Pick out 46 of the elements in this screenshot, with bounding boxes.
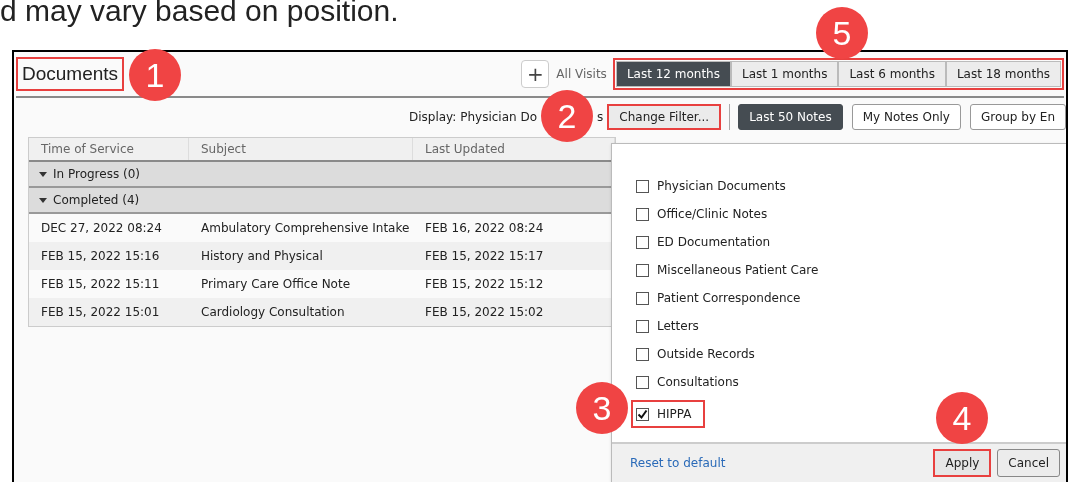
table-cell-text: FEB 15, 2022 15:16 [40,248,161,265]
document-text: d may vary based on position. [0,0,399,28]
filter-option[interactable]: Office/Clinic Notes [631,204,782,224]
table-cell-text: Primary Care Office Note [200,276,352,293]
table-cell-text: FEB 15, 2022 15:17 [424,248,545,265]
panel-title: Documents [16,56,125,92]
table-cell-text: FEB 15, 2022 15:11 [40,276,161,293]
range-tab[interactable]: Last 1 months [730,61,839,87]
apply-button[interactable]: Apply [933,449,992,477]
toggle-button[interactable]: Last 50 Notes [738,104,843,130]
display-label: s [597,109,604,126]
caret-icon [39,197,47,203]
toggle-button[interactable]: Group by En [969,104,1066,130]
table-cell-text: FEB 15, 2022 15:01 [40,304,161,321]
filter-option[interactable]: Letters [631,316,713,336]
caret-icon [39,171,47,177]
filter-option[interactable]: Outside Records [631,344,769,364]
filter-option[interactable]: Patient Correspondence [631,288,815,308]
table-cell-text: History and Physical [200,248,324,265]
filter-option[interactable]: HIPPA [631,400,706,428]
table-cell-text: FEB 16, 2022 08:24 [424,220,545,237]
column-header[interactable]: Time of Service [29,138,189,160]
table-cell-text: FEB 15, 2022 15:12 [424,276,545,293]
range-tab[interactable]: Last 18 months [945,61,1061,87]
table-cell-text: Ambulatory Comprehensive Intake [200,220,411,237]
callout-number: 5 [816,7,868,59]
range-tab[interactable]: Last 6 months [838,61,946,87]
toggle-button[interactable]: My Notes Only [851,104,961,130]
filter-option[interactable]: Physician Documents [631,176,800,196]
all-visits-label: All Visits [556,66,607,83]
checkmark-icon [637,408,648,420]
range-tab[interactable]: Last 12 months [615,61,731,87]
group-label: Completed (4) [53,192,140,209]
cancel-button[interactable]: Cancel [997,449,1060,477]
reset-link[interactable]: Reset to default [630,454,726,472]
group-label: In Progress (0) [53,166,140,183]
table-cell-text: FEB 15, 2022 15:02 [424,304,545,321]
change-filter-button[interactable]: Change Filter... [607,104,722,130]
filter-option[interactable]: Miscellaneous Patient Care [631,260,833,280]
filter-option[interactable]: ED Documentation [631,232,785,252]
table-cell-text: DEC 27, 2022 08:24 [40,220,163,237]
table-cell-text: Cardiology Consultation [200,304,346,321]
display-label: Display: Physician Do [409,109,538,126]
filter-option[interactable]: Consultations [631,372,753,392]
add-button[interactable]: + [521,60,550,88]
column-header[interactable]: Subject [189,138,413,160]
